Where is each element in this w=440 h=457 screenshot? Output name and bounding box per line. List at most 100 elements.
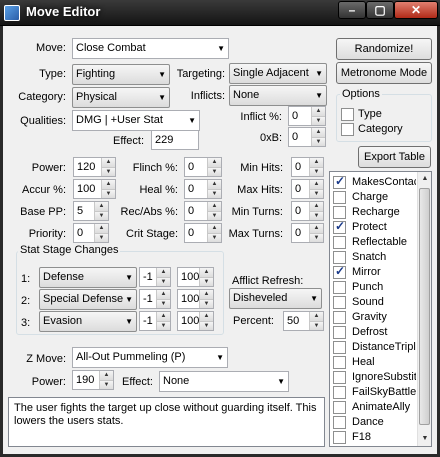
- arrow-up-icon[interactable]: ▲: [199, 312, 213, 321]
- arrow-up-icon[interactable]: ▲: [207, 158, 221, 167]
- flag-checkbox[interactable]: [333, 281, 346, 294]
- arrow-up-icon[interactable]: ▲: [311, 128, 325, 137]
- arrow-down-icon[interactable]: ▼: [156, 277, 170, 286]
- arrow-up-icon[interactable]: ▲: [207, 180, 221, 189]
- close-button[interactable]: ✕: [394, 1, 438, 19]
- chance-stepper-1[interactable]: 100 ▲ ▼: [177, 267, 214, 287]
- arrow-up-icon[interactable]: ▲: [199, 268, 213, 277]
- arrow-up-icon[interactable]: ▲: [309, 224, 323, 233]
- flag-item[interactable]: Heal: [332, 355, 416, 370]
- arrow-down-icon[interactable]: ▼: [309, 233, 323, 242]
- arrow-down-icon[interactable]: ▼: [207, 211, 221, 220]
- arrow-up-icon[interactable]: ▲: [156, 268, 170, 277]
- arrow-down-icon[interactable]: ▼: [207, 167, 221, 176]
- flag-checkbox[interactable]: [333, 191, 346, 204]
- flag-item[interactable]: Recharge: [332, 205, 416, 220]
- flag-item[interactable]: Protect: [332, 220, 416, 235]
- hex-b-stepper[interactable]: 0 ▲ ▼: [288, 127, 326, 147]
- flag-item[interactable]: Sound: [332, 295, 416, 310]
- min-turns-stepper[interactable]: 0 ▲ ▼: [291, 201, 324, 221]
- randomize-button[interactable]: Randomize!: [336, 38, 432, 60]
- max-hits-stepper[interactable]: 0 ▲ ▼: [291, 179, 324, 199]
- scroll-up-icon[interactable]: ▲: [418, 172, 431, 186]
- arrow-up-icon[interactable]: ▲: [309, 312, 323, 321]
- stat-select-3[interactable]: Evasion ▼: [39, 311, 137, 332]
- maximize-button[interactable]: ▢: [366, 1, 394, 19]
- rec-abs-stepper[interactable]: 0 ▲ ▼: [184, 201, 222, 221]
- arrow-down-icon[interactable]: ▼: [199, 321, 213, 330]
- flag-checkbox[interactable]: [333, 206, 346, 219]
- export-table-button[interactable]: Export Table: [358, 146, 431, 168]
- flag-checkbox[interactable]: [333, 386, 346, 399]
- accuracy-stepper[interactable]: 100 ▲ ▼: [73, 179, 116, 199]
- scroll-down-icon[interactable]: ▼: [418, 432, 431, 446]
- arrow-down-icon[interactable]: ▼: [99, 380, 113, 389]
- qualities-select[interactable]: DMG | +User Stat ▼: [72, 110, 200, 131]
- base-pp-stepper[interactable]: 5 ▲ ▼: [73, 201, 109, 221]
- arrow-up-icon[interactable]: ▲: [156, 312, 170, 321]
- arrow-down-icon[interactable]: ▼: [311, 116, 325, 125]
- title-bar[interactable]: Move Editor – ▢ ✕: [0, 0, 440, 26]
- arrow-down-icon[interactable]: ▼: [207, 233, 221, 242]
- arrow-down-icon[interactable]: ▼: [199, 299, 213, 308]
- inflicts-select[interactable]: None ▼: [229, 85, 327, 106]
- flag-checkbox[interactable]: [333, 326, 346, 339]
- priority-stepper[interactable]: 0 ▲ ▼: [73, 223, 109, 243]
- arrow-down-icon[interactable]: ▼: [311, 137, 325, 146]
- arrow-up-icon[interactable]: ▲: [309, 202, 323, 211]
- flag-item[interactable]: AnimateAlly: [332, 400, 416, 415]
- inflict-pct-stepper[interactable]: 0 ▲ ▼: [288, 106, 326, 126]
- arrow-up-icon[interactable]: ▲: [309, 180, 323, 189]
- flag-checkbox[interactable]: [333, 341, 346, 354]
- z-move-select[interactable]: All-Out Pummeling (P) ▼: [72, 347, 228, 368]
- flag-item[interactable]: F18: [332, 430, 416, 445]
- crit-stage-stepper[interactable]: 0 ▲ ▼: [184, 223, 222, 243]
- flag-checkbox[interactable]: [333, 371, 346, 384]
- flag-item[interactable]: Charge: [332, 190, 416, 205]
- flag-checkbox[interactable]: [333, 296, 346, 309]
- arrow-up-icon[interactable]: ▲: [99, 371, 113, 380]
- flag-item[interactable]: Defrost: [332, 325, 416, 340]
- flag-item[interactable]: Punch: [332, 280, 416, 295]
- arrow-up-icon[interactable]: ▲: [207, 224, 221, 233]
- arrow-up-icon[interactable]: ▲: [207, 202, 221, 211]
- flag-checkbox[interactable]: [333, 175, 346, 189]
- flag-item[interactable]: Reflectable: [332, 235, 416, 250]
- flag-item[interactable]: Mirror: [332, 265, 416, 280]
- max-turns-stepper[interactable]: 0 ▲ ▼: [291, 223, 324, 243]
- arrow-down-icon[interactable]: ▼: [94, 233, 108, 242]
- flag-item[interactable]: Dance: [332, 415, 416, 430]
- category-select[interactable]: Physical ▼: [72, 87, 170, 108]
- flinch-stepper[interactable]: 0 ▲ ▼: [184, 157, 222, 177]
- chance-stepper-2[interactable]: 100 ▲ ▼: [177, 289, 214, 309]
- arrow-down-icon[interactable]: ▼: [94, 211, 108, 220]
- arrow-down-icon[interactable]: ▼: [207, 189, 221, 198]
- arrow-up-icon[interactable]: ▲: [94, 202, 108, 211]
- arrow-down-icon[interactable]: ▼: [309, 211, 323, 220]
- move-select[interactable]: Close Combat ▼: [72, 38, 229, 59]
- option-category-checkbox[interactable]: [341, 123, 354, 136]
- flag-checkbox[interactable]: [333, 416, 346, 429]
- scroll-thumb[interactable]: [419, 188, 430, 425]
- afflict-refresh-select[interactable]: Disheveled ▼: [229, 288, 322, 309]
- metronome-mode-button[interactable]: Metronome Mode: [336, 62, 432, 84]
- arrow-down-icon[interactable]: ▼: [309, 189, 323, 198]
- arrow-down-icon[interactable]: ▼: [309, 321, 323, 330]
- arrow-down-icon[interactable]: ▼: [156, 321, 170, 330]
- flag-item[interactable]: IgnoreSubstitute: [332, 370, 416, 385]
- arrow-up-icon[interactable]: ▲: [311, 107, 325, 116]
- arrow-down-icon[interactable]: ▼: [156, 299, 170, 308]
- percent-stepper[interactable]: 50 ▲ ▼: [283, 311, 324, 331]
- flag-checkbox[interactable]: [333, 265, 346, 279]
- arrow-down-icon[interactable]: ▼: [309, 167, 323, 176]
- stat-select-2[interactable]: Special Defense ▼: [39, 289, 137, 310]
- effect-field[interactable]: 229: [151, 130, 199, 150]
- heal-stepper[interactable]: 0 ▲ ▼: [184, 179, 222, 199]
- flag-item[interactable]: MakesContact: [332, 175, 416, 190]
- minimize-button[interactable]: –: [338, 1, 366, 19]
- targeting-select[interactable]: Single Adjacent ▼: [229, 63, 327, 84]
- z-power-stepper[interactable]: 190 ▲ ▼: [72, 370, 114, 390]
- z-effect-select[interactable]: None ▼: [159, 371, 289, 392]
- flag-item[interactable]: Snatch: [332, 250, 416, 265]
- flag-checkbox[interactable]: [333, 236, 346, 249]
